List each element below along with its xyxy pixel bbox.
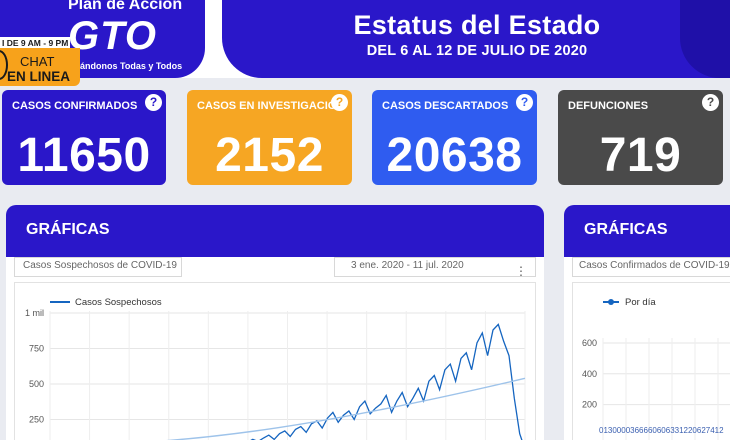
chat-label-line1: CHAT — [20, 54, 55, 69]
graphs-panel-confirmed: GRÁFICAS Casos Confirmados de COVID-19 6… — [564, 205, 730, 440]
help-icon[interactable]: ? — [145, 94, 162, 111]
card-confirmed[interactable]: CASOS CONFIRMADOS ? 11650 — [2, 90, 166, 185]
card-investigation[interactable]: CASOS EN INVESTIGACIÓN ? 2152 — [187, 90, 352, 185]
confirmed-chart: 600 400 200 Por día 013000036666060633122062… — [572, 282, 730, 440]
confirmed-chart-svg: 600 400 200 Por día 013000036666060633122062… — [582, 297, 730, 440]
card-value: 11650 — [17, 129, 151, 182]
card-label: CASOS DESCARTADOS — [382, 100, 509, 112]
card-label: CASOS CONFIRMADOS — [12, 100, 138, 112]
panel-body: Casos Confirmados de COVID-19 600 400 200 P… — [564, 257, 730, 440]
report-title: Casos Sospechosos de COVID-19 — [14, 257, 182, 277]
y-tick-label: 500 — [29, 379, 44, 389]
help-icon[interactable]: ? — [516, 94, 533, 111]
suspected-chart: 1 mil 750 500 250 Casos Sospechosos — [14, 282, 536, 440]
logo-gto[interactable]: GTO — [68, 14, 157, 59]
page-title: Estatus del Estado — [353, 10, 601, 40]
card-value: 20638 — [386, 129, 523, 182]
date-range-text: 3 ene. 2020 - 11 jul. 2020 — [351, 260, 464, 271]
card-deaths[interactable]: DEFUNCIONES ? 719 — [558, 90, 723, 185]
y-tick-label: 400 — [582, 369, 597, 379]
y-tick-label: 250 — [29, 415, 44, 425]
legend-label: Por día — [625, 297, 656, 308]
logo-title: Plan de Acción — [68, 0, 183, 13]
y-tick-label: 1 mil — [25, 308, 44, 318]
more-menu-icon[interactable]: ⋮ — [515, 264, 527, 278]
panel-title: GRÁFICAS — [564, 205, 730, 257]
suspected-chart-svg: 1 mil 750 500 250 Casos Sospechosos — [25, 297, 526, 440]
page-subtitle: DEL 6 AL 12 DE JULIO DE 2020 — [366, 43, 588, 59]
panel-title: GRÁFICAS — [6, 205, 544, 257]
y-tick-label: 750 — [29, 344, 44, 354]
panel-body: Casos Sospechosos de COVID-19 3 ene. 202… — [6, 257, 544, 440]
card-value: 719 — [599, 129, 682, 182]
card-value: 2152 — [215, 129, 324, 182]
legend-marker — [608, 299, 614, 305]
card-discarded[interactable]: CASOS DESCARTADOS ? 20638 — [372, 90, 537, 185]
help-icon[interactable]: ? — [702, 94, 719, 111]
chat-label-line2: EN LINEA — [7, 69, 71, 84]
dashboard-page: Plan de Acción GTO Cuidándonos Todas y T… — [0, 0, 730, 440]
date-range-picker[interactable]: 3 ene. 2020 - 11 jul. 2020 ⋮ — [334, 257, 536, 278]
legend-label: Casos Sospechosos — [75, 297, 162, 308]
card-label: CASOS EN INVESTIGACIÓN — [197, 100, 345, 112]
help-icon[interactable]: ? — [331, 94, 348, 111]
header: Plan de Acción GTO Cuidándonos Todas y T… — [0, 0, 730, 78]
card-label: DEFUNCIONES — [568, 100, 649, 112]
y-tick-label: 600 — [582, 338, 597, 348]
y-tick-label: 200 — [582, 400, 597, 410]
report-title: Casos Confirmados de COVID-19 — [572, 257, 730, 277]
x-tick-labels: 0130000366660606331220627412 — [599, 426, 724, 435]
graphs-panel-suspected: GRÁFICAS Casos Sospechosos de COVID-19 3… — [6, 205, 544, 440]
